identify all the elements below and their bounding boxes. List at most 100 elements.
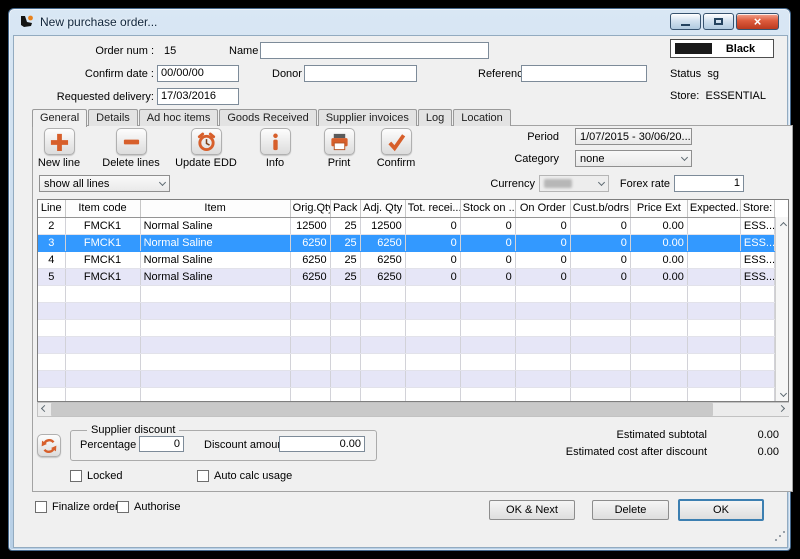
column-header[interactable]: Line bbox=[38, 200, 65, 217]
horizontal-scrollbar[interactable] bbox=[37, 402, 789, 417]
resize-grip-icon[interactable] bbox=[775, 531, 786, 542]
ok-next-button[interactable]: OK & Next bbox=[489, 500, 575, 520]
delete-button[interactable]: Delete bbox=[592, 500, 669, 520]
column-header[interactable]: Price Ext bbox=[630, 200, 687, 217]
auto-calc-usage-checkbox[interactable] bbox=[197, 470, 209, 482]
requested-delivery-field[interactable]: 17/03/2016 bbox=[157, 88, 239, 105]
table-cell bbox=[360, 302, 405, 319]
tab-general[interactable]: General bbox=[32, 109, 87, 127]
status-row: Status sg bbox=[670, 68, 719, 80]
table-cell bbox=[460, 285, 515, 302]
confirm-date-field[interactable]: 00/00/00 bbox=[157, 65, 239, 82]
column-header[interactable]: Orig.Qty bbox=[290, 200, 330, 217]
table-row[interactable]: 2FMCK1Normal Saline12500251250000000.00E… bbox=[38, 217, 775, 234]
table-row[interactable] bbox=[38, 336, 775, 353]
table-cell bbox=[38, 336, 65, 353]
delete-lines-button[interactable]: Delete lines bbox=[89, 128, 173, 169]
table-row[interactable] bbox=[38, 353, 775, 370]
scroll-left-icon[interactable] bbox=[38, 403, 51, 416]
column-header[interactable]: Pack bbox=[330, 200, 360, 217]
column-header[interactable]: Stock on ... bbox=[460, 200, 515, 217]
donor-field[interactable] bbox=[304, 65, 417, 82]
authorise-checkbox[interactable] bbox=[117, 501, 129, 513]
requested-delivery-label: Requested delivery: bbox=[22, 91, 154, 103]
column-header[interactable]: Item code bbox=[65, 200, 140, 217]
table-cell bbox=[740, 387, 774, 402]
refresh-icon bbox=[40, 437, 58, 455]
table-row[interactable] bbox=[38, 285, 775, 302]
table-cell: FMCK1 bbox=[65, 268, 140, 285]
table-cell: Normal Saline bbox=[140, 268, 290, 285]
table-cell: 6250 bbox=[290, 251, 330, 268]
column-header[interactable]: Adj. Qty bbox=[360, 200, 405, 217]
chevron-down-icon bbox=[156, 182, 165, 185]
table-cell bbox=[570, 370, 630, 387]
scroll-down-icon[interactable] bbox=[776, 387, 789, 401]
table-cell bbox=[330, 387, 360, 402]
color-select[interactable]: Black bbox=[670, 39, 774, 58]
scrollbar-thumb[interactable] bbox=[51, 403, 713, 416]
table-cell bbox=[330, 370, 360, 387]
tab-log[interactable]: Log bbox=[418, 109, 452, 126]
percentage-field[interactable]: 0 bbox=[139, 436, 184, 452]
ok-button[interactable]: OK bbox=[678, 499, 764, 521]
column-header[interactable]: On Order bbox=[515, 200, 570, 217]
column-header[interactable]: Item bbox=[140, 200, 290, 217]
tab-goods-received[interactable]: Goods Received bbox=[219, 109, 316, 126]
vertical-scrollbar[interactable] bbox=[775, 217, 789, 401]
table-cell bbox=[65, 319, 140, 336]
table-row[interactable]: 3FMCK1Normal Saline625025625000000.00ESS… bbox=[38, 234, 775, 251]
table-row[interactable] bbox=[38, 387, 775, 402]
tab-supplier-invoices[interactable]: Supplier invoices bbox=[318, 109, 417, 126]
scroll-right-icon[interactable] bbox=[775, 403, 788, 416]
table-cell bbox=[330, 353, 360, 370]
confirm-button[interactable]: Confirm bbox=[354, 128, 438, 169]
table-cell bbox=[360, 370, 405, 387]
table-cell: 25 bbox=[330, 251, 360, 268]
table-cell: ESS... bbox=[740, 251, 774, 268]
tab-ad-hoc-items[interactable]: Ad hoc items bbox=[139, 109, 219, 126]
forex-rate-field[interactable]: 1 bbox=[674, 175, 744, 192]
table-row[interactable] bbox=[38, 319, 775, 336]
scroll-up-icon[interactable] bbox=[776, 217, 789, 231]
table-row[interactable]: 4FMCK1Normal Saline625025625000000.00ESS… bbox=[38, 251, 775, 268]
table-cell: 2 bbox=[38, 217, 65, 234]
table-cell bbox=[460, 319, 515, 336]
order-num-value: 15 bbox=[164, 45, 176, 57]
table-cell bbox=[405, 336, 460, 353]
discount-amount-field[interactable]: 0.00 bbox=[279, 436, 365, 452]
table-cell bbox=[65, 387, 140, 402]
table-cell bbox=[290, 370, 330, 387]
line-filter-select[interactable]: show all lines bbox=[39, 175, 170, 192]
forex-rate-label: Forex rate bbox=[570, 178, 670, 190]
table-cell bbox=[460, 353, 515, 370]
table-cell: Normal Saline bbox=[140, 234, 290, 251]
table-cell: FMCK1 bbox=[65, 234, 140, 251]
locked-checkbox[interactable] bbox=[70, 470, 82, 482]
table-cell: 0 bbox=[460, 268, 515, 285]
minimize-icon[interactable] bbox=[670, 13, 701, 30]
period-select[interactable]: 1/07/2015 - 30/06/20... bbox=[575, 128, 692, 145]
finalize-order-checkbox[interactable] bbox=[35, 501, 47, 513]
table-cell bbox=[290, 285, 330, 302]
table-cell bbox=[515, 285, 570, 302]
tab-location[interactable]: Location bbox=[453, 109, 511, 126]
column-header[interactable]: Tot. recei... bbox=[405, 200, 460, 217]
table-row[interactable] bbox=[38, 370, 775, 387]
table-cell bbox=[687, 285, 740, 302]
column-header[interactable]: Cust.b/odrs bbox=[570, 200, 630, 217]
category-select[interactable]: none bbox=[575, 150, 692, 167]
close-icon[interactable]: × bbox=[736, 13, 779, 30]
tab-details[interactable]: Details bbox=[88, 109, 138, 126]
table-cell bbox=[687, 353, 740, 370]
column-header[interactable]: Store: bbox=[740, 200, 774, 217]
name-field[interactable] bbox=[260, 42, 489, 59]
table-row[interactable] bbox=[38, 302, 775, 319]
table-row[interactable]: 5FMCK1Normal Saline625025625000000.00ESS… bbox=[38, 268, 775, 285]
recalculate-button[interactable] bbox=[37, 434, 61, 457]
table-cell bbox=[38, 319, 65, 336]
maximize-icon[interactable] bbox=[703, 13, 734, 30]
titlebar[interactable]: New purchase order... × bbox=[9, 9, 790, 35]
column-header[interactable]: Expected... bbox=[687, 200, 740, 217]
reference-field[interactable] bbox=[521, 65, 647, 82]
